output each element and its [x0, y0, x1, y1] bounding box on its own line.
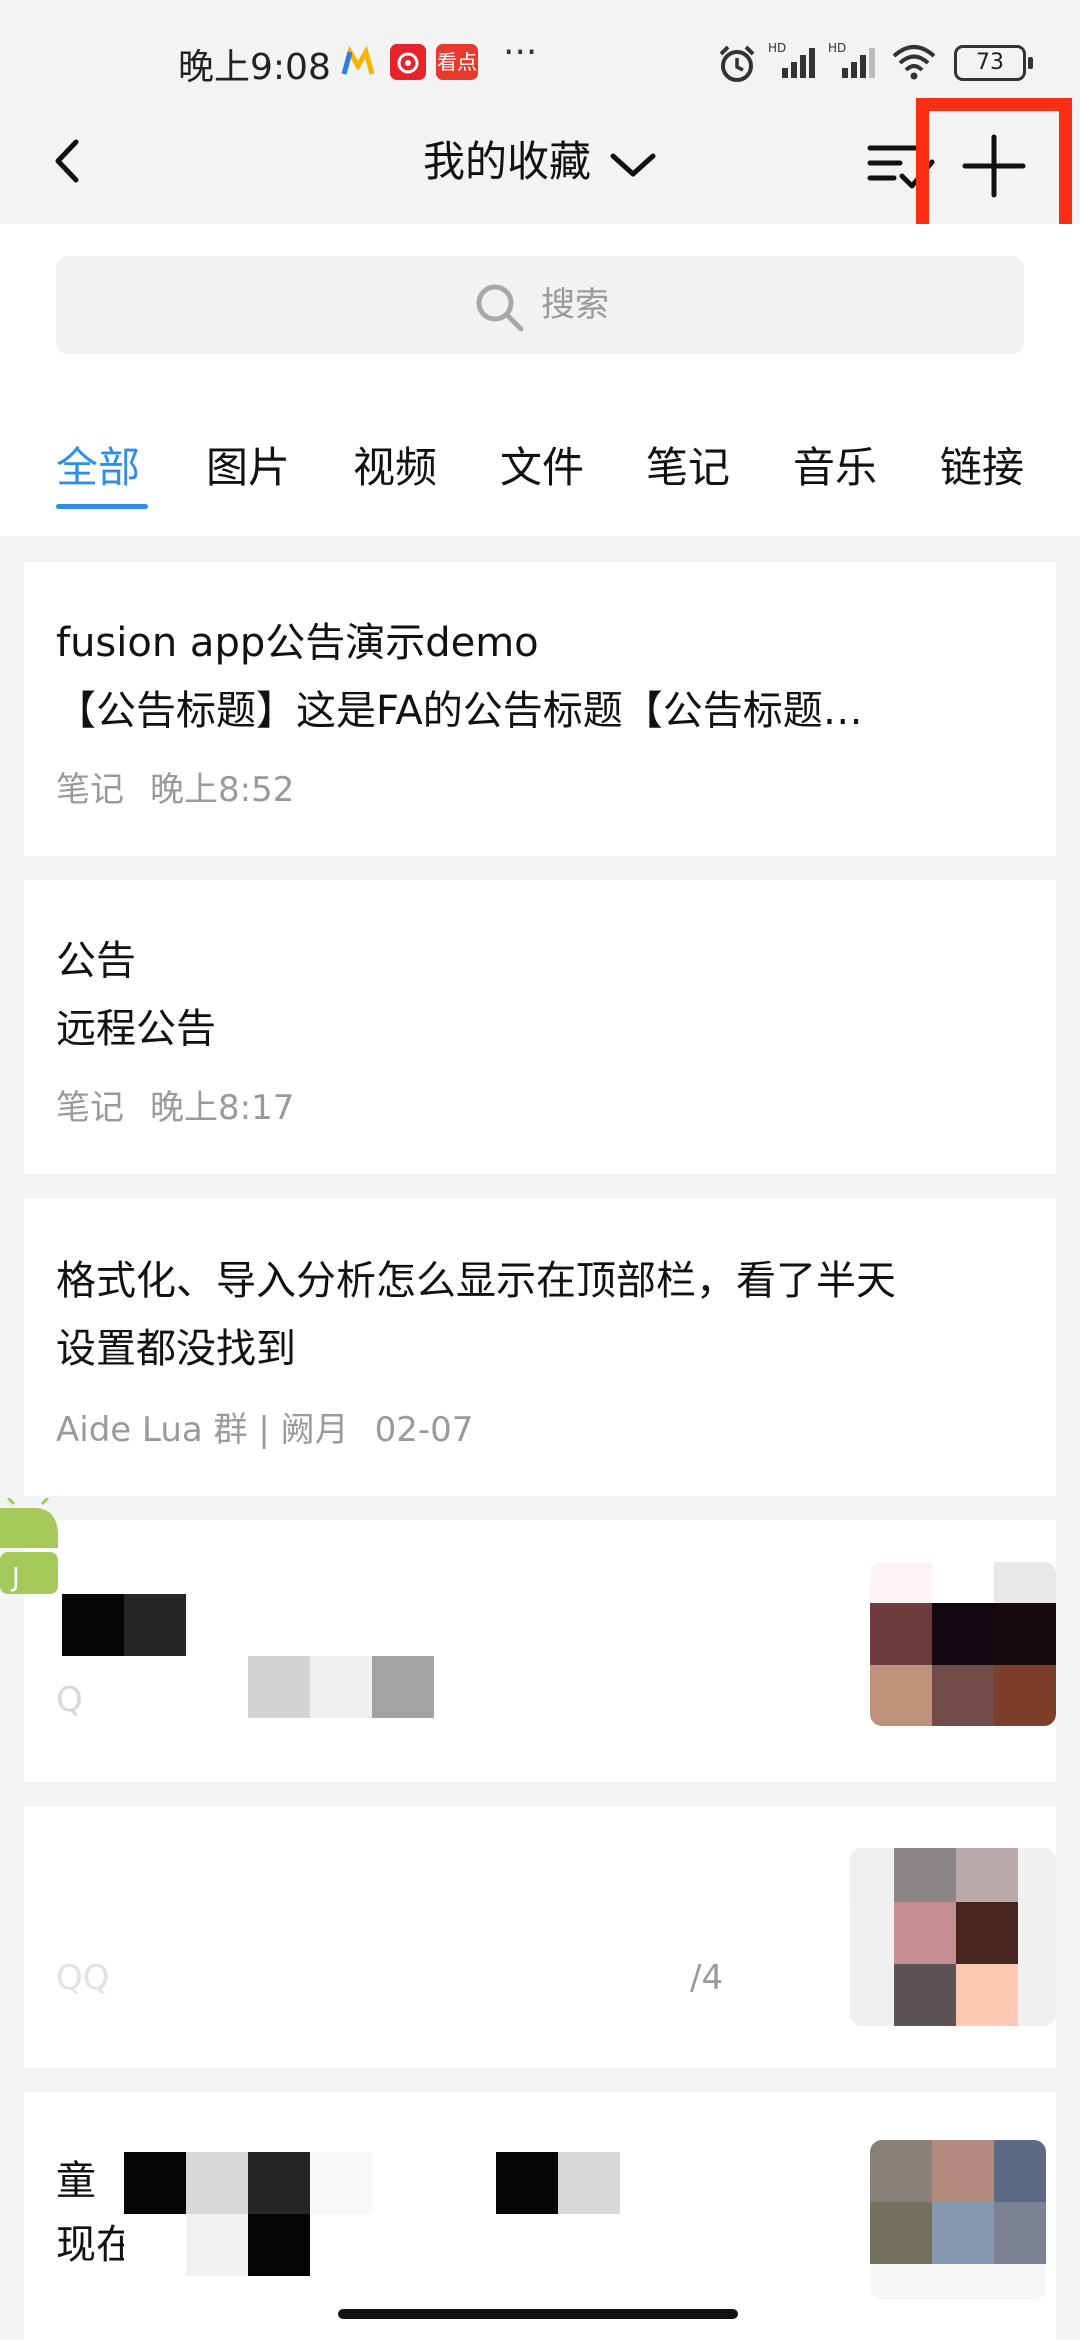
android-floating-icon[interactable]: J — [0, 1498, 62, 1594]
search-icon — [476, 284, 524, 331]
page-title: 我的收藏 — [422, 137, 591, 186]
item-source: Aide Lua 群 | 阙月 — [56, 1410, 349, 1450]
tab-notes[interactable]: 笔记 — [646, 434, 730, 495]
alarm-icon — [719, 45, 755, 82]
netease-music-icon — [390, 44, 426, 80]
item-type: 笔记 — [56, 770, 124, 810]
item-thumbnail — [850, 1848, 1056, 2026]
pixelated-title-2 — [496, 2152, 620, 2214]
chevron-down-icon — [610, 153, 656, 176]
tab-links[interactable]: 链接 — [940, 434, 1024, 495]
item-meta: Q — [56, 1680, 83, 1720]
kandian-icon: 看点 — [436, 44, 478, 80]
item-subtitle: 【公告标题】这是FA的公告标题【公告标题… — [56, 688, 863, 734]
list-item[interactable]: 公告 远程公告 笔记 晚上8:17 — [24, 880, 1056, 1174]
svg-text:HD: HD — [768, 41, 786, 55]
signal-hd-2-icon: HD — [828, 41, 875, 78]
item-time: 晚上8:17 — [150, 1088, 295, 1128]
active-tab-indicator — [56, 504, 148, 509]
add-button[interactable] — [916, 98, 1072, 238]
battery-indicator: 73 — [954, 45, 1033, 81]
item-meta-right: /4 — [690, 1958, 724, 1998]
status-time: 晚上9:08 — [178, 47, 331, 88]
wifi-icon — [892, 45, 936, 80]
item-subtitle: 远程公告 — [56, 1006, 216, 1052]
pixelated-title — [62, 1594, 186, 1656]
item-meta: Aide Lua 群 | 阙月 02-07 — [56, 1402, 473, 1451]
list-item[interactable]: 童 现在 — [24, 2092, 1056, 2340]
item-thumbnail — [870, 2140, 1046, 2300]
search-input[interactable]: 搜索 — [56, 256, 1024, 354]
pixelated-title — [124, 2152, 372, 2214]
list-item[interactable]: Q — [24, 1520, 1056, 1782]
item-meta: 笔记 晚上8:52 — [56, 762, 294, 811]
item-title: 格式化、导入分析怎么显示在顶部栏，看了半天 — [56, 1258, 896, 1304]
item-type: 笔记 — [56, 1088, 124, 1128]
tab-files[interactable]: 文件 — [500, 434, 584, 495]
item-thumbnail — [870, 1562, 1056, 1726]
more-notifications-icon: ··· — [503, 32, 538, 73]
list-item[interactable]: 格式化、导入分析怎么显示在顶部栏，看了半天 设置都没找到 Aide Lua 群 … — [24, 1198, 1056, 1496]
home-indicator[interactable] — [338, 2309, 738, 2319]
list-item[interactable]: fusion app公告演示demo 【公告标题】这是FA的公告标题【公告标题…… — [24, 562, 1056, 856]
plus-icon — [962, 134, 1026, 198]
tab-videos[interactable]: 视频 — [353, 434, 437, 495]
m-app-icon — [341, 44, 375, 80]
list-item[interactable]: QQ /4 — [24, 1806, 1056, 2068]
item-title: 公告 — [56, 938, 136, 984]
pixelated-subtitle — [124, 2214, 310, 2276]
tab-images[interactable]: 图片 — [206, 434, 290, 495]
pixelated-meta — [248, 1656, 434, 1718]
svg-text:J: J — [10, 1563, 20, 1593]
tab-all[interactable]: 全部 — [56, 434, 140, 495]
tab-music[interactable]: 音乐 — [793, 434, 877, 495]
signal-hd-1-icon: HD — [768, 41, 815, 78]
item-time: 晚上8:52 — [150, 770, 295, 810]
title-bar: 我的收藏 — [0, 98, 1080, 238]
header-panel: 搜索 全部 图片 视频 文件 笔记 音乐 链接 — [0, 224, 1080, 536]
search-placeholder: 搜索 — [541, 285, 609, 325]
item-title: fusion app公告演示demo — [56, 620, 539, 666]
item-meta: QQ — [56, 1958, 110, 1998]
item-subtitle: 设置都没找到 — [56, 1326, 296, 1372]
item-time: 02-07 — [374, 1410, 474, 1450]
category-tabs: 全部 图片 视频 文件 笔记 音乐 链接 — [56, 434, 1056, 524]
svg-text:HD: HD — [828, 41, 846, 55]
item-meta: 笔记 晚上8:17 — [56, 1080, 294, 1129]
